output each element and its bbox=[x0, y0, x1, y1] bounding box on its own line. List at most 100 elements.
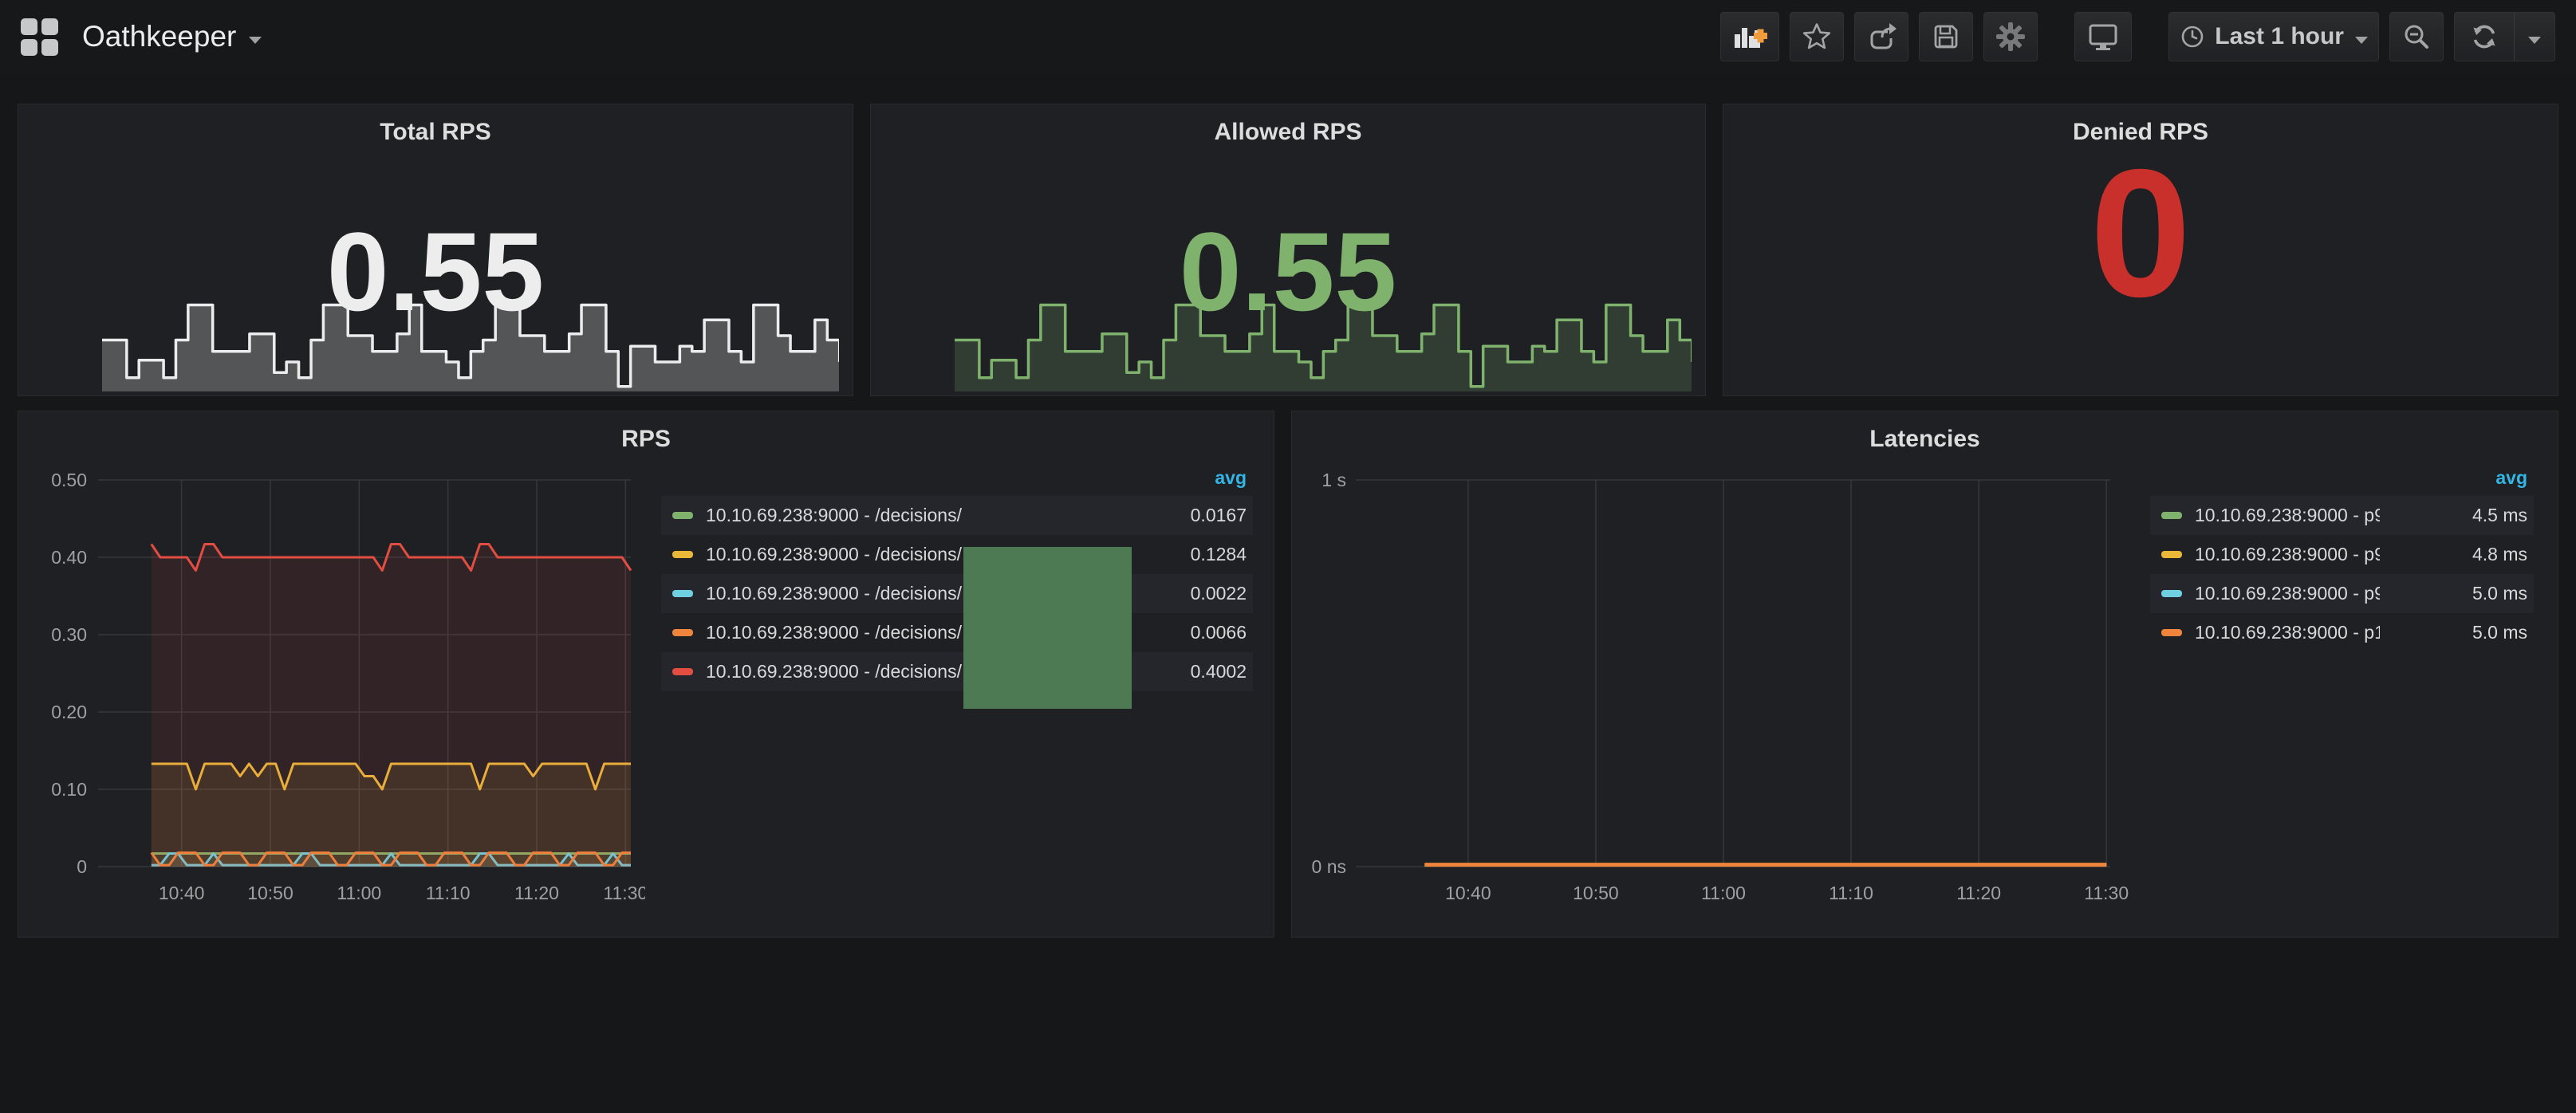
series-color-swatch[interactable] bbox=[672, 629, 693, 636]
series-avg-value: 0.0167 bbox=[1099, 505, 1247, 526]
clock-icon bbox=[2180, 24, 2205, 49]
series-color-swatch[interactable] bbox=[2161, 512, 2182, 519]
series-avg-value: 4.5 ms bbox=[2380, 505, 2527, 526]
x-axis-tick-label: 11:00 bbox=[1701, 883, 1746, 903]
y-axis-tick-label: 0.20 bbox=[51, 702, 87, 722]
panel-title[interactable]: Latencies bbox=[1292, 426, 2558, 453]
grid-square bbox=[21, 18, 37, 35]
time-range-picker[interactable]: Last 1 hour bbox=[2168, 12, 2379, 61]
x-axis-tick-label: 10:40 bbox=[1445, 883, 1491, 903]
series-color-swatch[interactable] bbox=[672, 512, 693, 519]
series-label[interactable]: 10.10.69.238:9000 - p100 bbox=[2195, 622, 2380, 643]
y-axis-tick-label: 0.40 bbox=[51, 547, 87, 568]
grid-square bbox=[21, 39, 37, 56]
refresh-button-group bbox=[2454, 12, 2555, 61]
rps-chart-plot-area[interactable]: 0 0.10 0.20 0.30 0.40 0.50 10:40 10:50 11:00 11:1… bbox=[31, 456, 645, 922]
legend-row[interactable]: 10.10.69.238:9000 - /decisions/ 0.1284 bbox=[661, 535, 1253, 574]
legend-row[interactable]: 10.10.69.238:9000 - p99 5.0 ms bbox=[2150, 574, 2534, 613]
series-avg-value: 5.0 ms bbox=[2380, 583, 2527, 604]
panel-latencies: Latencies 0 ns1 s10:4010:5011:0011:1011:… bbox=[1291, 411, 2558, 938]
x-axis-tick-label: 11:20 bbox=[1956, 883, 2001, 903]
series-color-swatch[interactable] bbox=[2161, 629, 2182, 636]
refresh-button[interactable] bbox=[2455, 13, 2514, 61]
series-color-swatch[interactable] bbox=[2161, 590, 2182, 597]
y-axis-tick-label: 0.10 bbox=[51, 779, 87, 800]
legend-row[interactable]: 10.10.69.238:9000 - /decisions/ 0.0022 bbox=[661, 574, 1253, 613]
legend-row[interactable]: 10.10.69.238:9000 - /decisions/ 0.0066 bbox=[661, 613, 1253, 652]
y-axis-tick-label: 0.30 bbox=[51, 624, 87, 645]
legend-avg-header[interactable]: avg bbox=[2150, 464, 2534, 496]
settings-gear-icon bbox=[1995, 21, 2027, 53]
green-redaction-overlay bbox=[963, 547, 1132, 709]
add-graph-panel-icon bbox=[1731, 21, 1768, 53]
series-avg-value: 4.8 ms bbox=[2380, 544, 2527, 565]
series-label[interactable]: 10.10.69.238:9000 - /decisions/ bbox=[706, 505, 1099, 526]
legend-avg-header[interactable]: avg bbox=[661, 464, 1253, 496]
navbar: Oathkeeper bbox=[0, 0, 2576, 73]
stat-value: 0.55 bbox=[871, 216, 1705, 328]
x-axis-tick-label: 11:00 bbox=[337, 883, 381, 903]
stat-row: Total RPS 0.55 Allowed RPS 0.55 Denied R… bbox=[18, 104, 2558, 396]
refresh-interval-dropdown[interactable] bbox=[2515, 13, 2554, 61]
series-color-swatch[interactable] bbox=[672, 668, 693, 675]
rps-chart-svg: 0 0.10 0.20 0.30 0.40 0.50 10:40 10:50 11:00 11:1… bbox=[31, 456, 645, 918]
x-axis-tick-label: 11:20 bbox=[514, 883, 559, 903]
series-label[interactable]: 10.10.69.238:9000 - p95 bbox=[2195, 544, 2380, 565]
latency-chart-svg: 0 ns1 s10:4010:5011:0011:1011:2011:30 bbox=[1305, 456, 2166, 918]
rps-legend: avg 10.10.69.238:9000 - /decisions/ 0.01… bbox=[661, 464, 1253, 691]
graph-row: RPS 0 0.10 0.20 0.30 0.40 0.50 10:40 10:50 11:00… bbox=[18, 411, 2558, 938]
latency-chart-plot-area[interactable]: 0 ns1 s10:4010:5011:0011:1011:2011:30 bbox=[1305, 456, 2166, 922]
save-button[interactable] bbox=[1919, 12, 1973, 61]
share-button[interactable] bbox=[1854, 12, 1908, 61]
chevron-down-icon bbox=[2528, 37, 2541, 44]
stat-value: 0.55 bbox=[18, 216, 853, 328]
grid-square bbox=[41, 18, 58, 35]
dashboard-title-dropdown[interactable]: Oathkeeper bbox=[82, 20, 262, 53]
stat-value: 0 bbox=[1723, 143, 2558, 324]
panel-denied-rps: Denied RPS 0 bbox=[1723, 104, 2558, 396]
x-axis-tick-label: 11:30 bbox=[2084, 883, 2129, 903]
x-axis-tick-label: 11:30 bbox=[603, 883, 645, 903]
x-axis-tick-label: 11:10 bbox=[426, 883, 471, 903]
latency-legend: avg 10.10.69.238:9000 - p90 4.5 ms 10.10… bbox=[2150, 464, 2534, 652]
x-axis-tick-label: 10:50 bbox=[247, 883, 293, 903]
legend-row[interactable]: 10.10.69.238:9000 - p100 5.0 ms bbox=[2150, 613, 2534, 652]
save-icon bbox=[1930, 21, 1962, 53]
apps-grid-icon[interactable] bbox=[21, 18, 58, 56]
legend-row[interactable]: 10.10.69.238:9000 - /decisions/ 0.0167 bbox=[661, 496, 1253, 535]
legend-row[interactable]: 10.10.69.238:9000 - p90 4.5 ms bbox=[2150, 496, 2534, 535]
y-axis-tick-label: 0.50 bbox=[51, 470, 87, 490]
legend-row[interactable]: 10.10.69.238:9000 - /decisions/ 0.4002 bbox=[661, 652, 1253, 691]
grid-square bbox=[41, 39, 58, 56]
settings-button[interactable] bbox=[1983, 12, 2038, 61]
series-avg-value: 5.0 ms bbox=[2380, 622, 2527, 643]
panel-rps: RPS 0 0.10 0.20 0.30 0.40 0.50 10:40 10:50 11:00… bbox=[18, 411, 1274, 938]
series-label[interactable]: 10.10.69.238:9000 - p90 bbox=[2195, 505, 2380, 526]
x-axis-tick-label: 11:10 bbox=[1829, 883, 1873, 903]
panel-title[interactable]: Total RPS bbox=[18, 119, 853, 146]
panel-title[interactable]: Denied RPS bbox=[1723, 119, 2558, 146]
refresh-icon bbox=[2468, 21, 2500, 53]
y-axis-tick-label: 1 s bbox=[1321, 470, 1346, 490]
series-color-swatch[interactable] bbox=[672, 551, 693, 558]
add-panel-button[interactable] bbox=[1720, 12, 1779, 61]
zoom-out-icon bbox=[2401, 21, 2432, 53]
series-color-swatch[interactable] bbox=[672, 590, 693, 597]
panel-total-rps: Total RPS 0.55 bbox=[18, 104, 853, 396]
chevron-down-icon bbox=[249, 37, 262, 44]
y-axis-tick-label: 0 bbox=[77, 856, 87, 877]
tv-mode-button[interactable] bbox=[2074, 12, 2132, 61]
zoom-out-button[interactable] bbox=[2389, 12, 2444, 61]
legend-row[interactable]: 10.10.69.238:9000 - p95 4.8 ms bbox=[2150, 535, 2534, 574]
series-color-swatch[interactable] bbox=[2161, 551, 2182, 558]
chevron-down-icon bbox=[2355, 37, 2368, 44]
panel-title[interactable]: Allowed RPS bbox=[871, 119, 1705, 146]
dashboard-title: Oathkeeper bbox=[82, 20, 236, 53]
tv-mode-icon bbox=[2086, 21, 2121, 53]
star-icon bbox=[1801, 21, 1833, 53]
series-label[interactable]: 10.10.69.238:9000 - p99 bbox=[2195, 583, 2380, 604]
x-axis-tick-label: 10:40 bbox=[159, 883, 205, 903]
panel-title[interactable]: RPS bbox=[18, 426, 1274, 453]
star-button[interactable] bbox=[1790, 12, 1844, 61]
y-axis-tick-label: 0 ns bbox=[1312, 856, 1346, 877]
